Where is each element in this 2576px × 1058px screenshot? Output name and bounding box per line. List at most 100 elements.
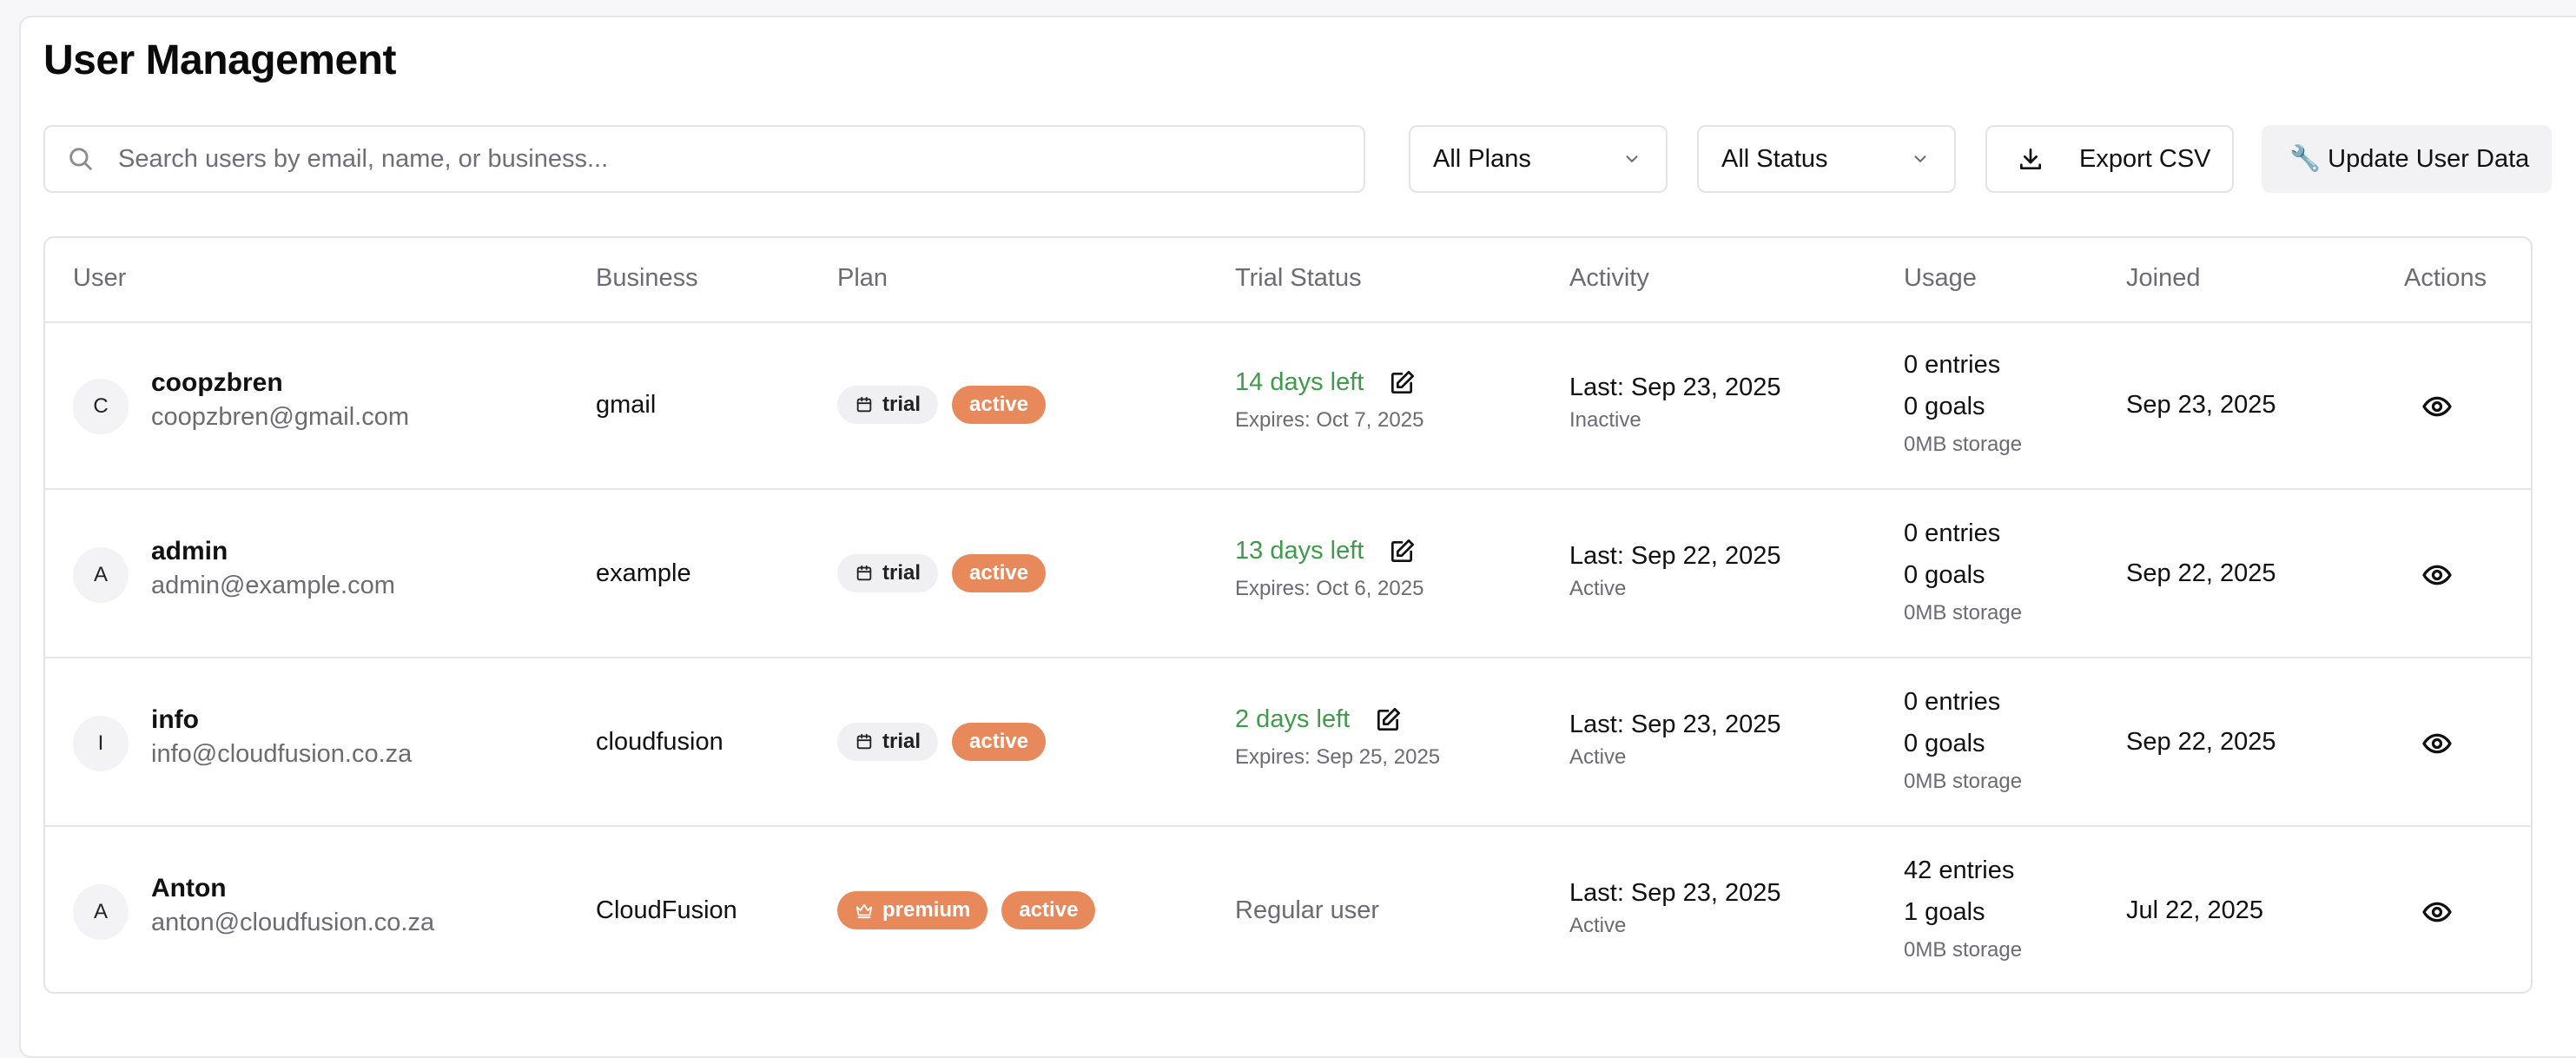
export-csv-label: Export CSV — [2079, 144, 2211, 173]
joined-date: Jul 22, 2025 — [2126, 896, 2264, 924]
status-filter-value: All Status — [1721, 144, 1828, 173]
usage-entries: 42 entries — [1904, 856, 2015, 884]
status-badge: active — [952, 386, 1047, 424]
status-badge: active — [1001, 891, 1096, 929]
business-name: CloudFusion — [596, 896, 737, 924]
eye-icon[interactable] — [2421, 896, 2453, 928]
plan-filter-value: All Plans — [1433, 144, 1531, 173]
usage-storage: 0MB storage — [1904, 938, 2023, 962]
activity-status: Active — [1569, 914, 1627, 937]
column-header-activity: Activity — [1569, 264, 1649, 292]
trial-days-left: 14 days left — [1235, 368, 1416, 397]
column-header-business: Business — [596, 264, 698, 292]
eye-icon[interactable] — [2421, 391, 2453, 422]
trial-days-left-label: 14 days left — [1235, 368, 1364, 396]
last-activity: Last: Sep 23, 2025 — [1569, 711, 1781, 738]
status-filter-select[interactable]: All Status — [1697, 125, 1956, 193]
calendar-icon — [856, 565, 872, 581]
plan-badge: premium — [837, 891, 988, 929]
trial-days-left: 2 days left — [1235, 705, 1402, 734]
user-name: info — [151, 705, 199, 734]
last-activity: Last: Sep 22, 2025 — [1569, 542, 1781, 570]
last-activity: Last: Sep 23, 2025 — [1569, 879, 1781, 907]
joined-date: Sep 22, 2025 — [2126, 728, 2276, 756]
usage-goals: 0 goals — [1904, 561, 1985, 589]
plan-badge: trial — [837, 554, 939, 592]
plan-badges: premium active — [837, 891, 1096, 929]
plan-badge-label: premium — [882, 898, 971, 922]
plan-badges: trial active — [837, 723, 1047, 761]
trial-days-left: 13 days left — [1235, 537, 1416, 565]
calendar-icon — [856, 396, 872, 413]
page-title: User Management — [43, 37, 396, 83]
export-csv-button[interactable]: Export CSV — [1985, 125, 2234, 193]
plan-filter-select[interactable]: All Plans — [1409, 125, 1668, 193]
user-name: coopzbren — [151, 368, 283, 397]
usage-goals: 1 goals — [1904, 898, 1985, 926]
calendar-icon — [856, 733, 872, 750]
table-row: A admin admin@example.com example trial … — [45, 490, 2531, 658]
eye-icon[interactable] — [2421, 559, 2453, 591]
column-header-actions: Actions — [2404, 264, 2487, 292]
plan-badges: trial active — [837, 554, 1047, 592]
trial-expires: Expires: Oct 7, 2025 — [1235, 408, 1424, 432]
user-email: admin@example.com — [151, 572, 395, 599]
usage-storage: 0MB storage — [1904, 433, 2023, 456]
activity-status: Active — [1569, 577, 1627, 600]
users-table: User Business Plan Trial Status Activity… — [43, 236, 2533, 994]
usage-entries: 0 entries — [1904, 351, 2001, 379]
search-icon — [69, 148, 92, 170]
chevron-down-icon — [1914, 155, 1926, 162]
column-header-plan: Plan — [837, 264, 888, 292]
table-header: User Business Plan Trial Status Activity… — [45, 238, 2531, 323]
search-placeholder: Search users by email, name, or business… — [118, 144, 609, 173]
table-row: I info info@cloudfusion.co.za cloudfusio… — [45, 658, 2531, 827]
usage-storage: 0MB storage — [1904, 601, 2023, 625]
update-user-data-label: 🔧 Update User Data — [2289, 145, 2530, 173]
plan-badge: trial — [837, 723, 939, 761]
usage-goals: 0 goals — [1904, 393, 1985, 420]
user-name: admin — [151, 537, 228, 565]
avatar: A — [73, 547, 129, 603]
eye-icon[interactable] — [2421, 728, 2453, 759]
column-header-user: User — [73, 264, 127, 292]
crown-icon — [855, 903, 873, 919]
usage-storage: 0MB storage — [1904, 770, 2023, 793]
joined-date: Sep 23, 2025 — [2126, 391, 2276, 419]
column-header-usage: Usage — [1904, 264, 1977, 292]
plan-badges: trial active — [837, 386, 1047, 424]
business-name: gmail — [596, 391, 657, 419]
regular-user-label: Regular user — [1235, 896, 1380, 924]
trial-expires: Expires: Sep 25, 2025 — [1235, 745, 1441, 769]
business-name: example — [596, 559, 691, 587]
table-row: A Anton anton@cloudfusion.co.za CloudFus… — [45, 827, 2531, 992]
usage-entries: 0 entries — [1904, 688, 2001, 716]
column-header-joined: Joined — [2126, 264, 2201, 292]
activity-status: Active — [1569, 745, 1627, 769]
download-icon — [2020, 149, 2041, 169]
user-email: anton@cloudfusion.co.za — [151, 909, 435, 936]
search-input[interactable]: Search users by email, name, or business… — [43, 125, 1365, 193]
user-name: Anton — [151, 874, 227, 903]
table-row: C coopzbren coopzbren@gmail.com gmail tr… — [45, 321, 2531, 490]
plan-badge: trial — [837, 386, 939, 424]
joined-date: Sep 22, 2025 — [2126, 559, 2276, 587]
trial-expires: Expires: Oct 6, 2025 — [1235, 577, 1424, 600]
usage-entries: 0 entries — [1904, 519, 2001, 547]
column-header-trial-status: Trial Status — [1235, 264, 1362, 292]
user-email: info@cloudfusion.co.za — [151, 740, 413, 768]
edit-icon[interactable] — [1374, 706, 1402, 734]
avatar: I — [73, 716, 129, 771]
plan-badge-label: trial — [882, 393, 921, 416]
edit-icon[interactable] — [1388, 369, 1416, 397]
avatar: A — [73, 884, 129, 940]
update-user-data-button[interactable]: 🔧 Update User Data — [2262, 125, 2552, 193]
avatar: C — [73, 379, 129, 434]
last-activity: Last: Sep 23, 2025 — [1569, 374, 1781, 401]
activity-status: Inactive — [1569, 408, 1641, 432]
trial-days-left-label: 13 days left — [1235, 537, 1364, 565]
business-name: cloudfusion — [596, 728, 723, 756]
user-email: coopzbren@gmail.com — [151, 403, 410, 431]
edit-icon[interactable] — [1388, 538, 1416, 565]
plan-badge-label: trial — [882, 730, 921, 753]
